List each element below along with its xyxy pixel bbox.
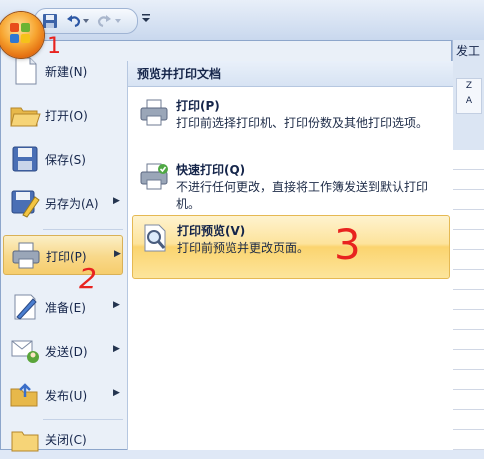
- sort-icon[interactable]: ZA: [456, 78, 482, 114]
- annotation-step-3: 3: [334, 220, 361, 269]
- menu-item-label: 另存为(A): [45, 197, 99, 211]
- redo-dropdown-icon[interactable]: [113, 12, 123, 30]
- submenu-item-print[interactable]: 打印(P) 打印前选择打印机、打印份数及其他打印选项。: [132, 91, 450, 147]
- menu-item-label: 关闭(C): [45, 433, 87, 447]
- menu-item-label: 准备(E): [45, 301, 86, 315]
- submenu-item-print-preview[interactable]: 打印预览(V) 打印前预览并更改页面。: [132, 215, 450, 279]
- folder-open-icon: [9, 99, 41, 131]
- menu-item-print[interactable]: 打印(P) ▶: [3, 235, 123, 275]
- submenu-arrow-icon: ▶: [113, 388, 120, 398]
- save-icon: [9, 143, 41, 175]
- undo-dropdown-icon[interactable]: [81, 12, 91, 30]
- menu-item-save-as[interactable]: 另存为(A) ▶: [3, 183, 123, 223]
- publish-icon: [9, 379, 41, 411]
- submenu-item-quick-print[interactable]: 快速打印(Q) 不进行任何更改，直接将工作簿发送到默认打印机。: [132, 155, 450, 211]
- menu-item-label: 保存(S): [45, 153, 86, 167]
- save-as-icon: [9, 187, 41, 219]
- submenu-item-title: 打印预览(V): [177, 224, 246, 238]
- submenu-arrow-icon: ▶: [113, 300, 120, 310]
- menu-item-publish[interactable]: 发布(U) ▶: [3, 375, 123, 415]
- redo-icon[interactable]: [95, 12, 113, 30]
- menu-item-open[interactable]: 打开(O): [3, 95, 123, 135]
- office-button[interactable]: [0, 12, 44, 58]
- save-icon[interactable]: [41, 12, 59, 30]
- annotation-step-2: 2: [79, 262, 97, 295]
- menu-separator: [43, 229, 123, 230]
- new-document-icon: [9, 55, 41, 87]
- submenu-title: 预览并打印文档: [128, 61, 453, 87]
- print-preview-icon: [139, 222, 171, 254]
- submenu-item-description: 打印前预览并更改页面。: [177, 241, 310, 255]
- annotation-step-1: 1: [47, 34, 61, 59]
- quick-print-icon: [138, 161, 170, 193]
- close-folder-icon: [9, 423, 41, 455]
- printer-icon: [138, 97, 170, 129]
- worksheet-grid: [452, 150, 484, 450]
- submenu-arrow-icon: ▶: [114, 249, 121, 259]
- menu-item-close[interactable]: 关闭(C): [3, 419, 123, 459]
- print-submenu: 预览并打印文档 打印(P) 打印前选择打印机、打印份数及其他打印选项。 快速打印…: [127, 61, 453, 450]
- submenu-item-title: 打印(P): [176, 99, 220, 113]
- prepare-icon: [9, 291, 41, 323]
- submenu-item-description: 打印前选择打印机、打印份数及其他打印选项。: [176, 116, 429, 130]
- send-icon: [9, 335, 41, 367]
- submenu-item-title: 快速打印(Q): [176, 163, 246, 177]
- submenu-arrow-icon: ▶: [113, 344, 120, 354]
- menu-item-send[interactable]: 发送(D) ▶: [3, 331, 123, 371]
- menu-item-label: 发布(U): [45, 389, 88, 403]
- submenu-arrow-icon: ▶: [113, 196, 120, 206]
- ribbon-tab-partial[interactable]: 发工: [456, 42, 480, 59]
- office-menu-left-column: 新建(N) 打开(O) 保存(S) 另存为(A) ▶ 打印(P) ▶ 准备(E)…: [1, 49, 127, 452]
- submenu-item-description: 不进行任何更改，直接将工作簿发送到默认打印机。: [176, 180, 429, 211]
- menu-item-label: 发送(D): [45, 345, 88, 359]
- menu-item-label: 新建(N): [45, 65, 88, 79]
- office-menu: 新建(N) 打开(O) 保存(S) 另存为(A) ▶ 打印(P) ▶ 准备(E)…: [0, 40, 453, 452]
- printer-icon: [10, 240, 42, 272]
- customize-icon[interactable]: [140, 12, 152, 28]
- menu-item-save[interactable]: 保存(S): [3, 139, 123, 179]
- menu-item-label: 打开(O): [45, 109, 88, 123]
- quick-access-toolbar: [34, 8, 138, 34]
- office-logo-icon: [10, 23, 32, 45]
- menu-item-prepare[interactable]: 准备(E) ▶: [3, 287, 123, 327]
